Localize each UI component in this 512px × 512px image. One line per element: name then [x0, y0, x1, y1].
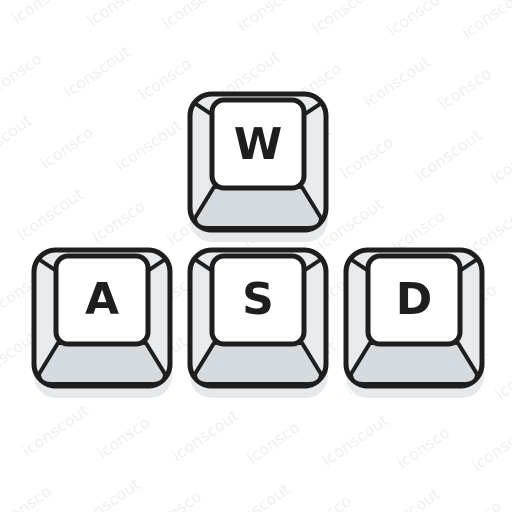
key-w[interactable]: W	[187, 91, 329, 242]
key-bottom-bevel	[193, 185, 323, 230]
key-bottom-bevel	[37, 341, 167, 386]
key-label-w: W	[234, 119, 283, 170]
key-a[interactable]: A	[31, 247, 173, 398]
key-s[interactable]: S	[187, 247, 329, 398]
key-bottom-bevel	[349, 341, 479, 386]
key-bottom-bevel	[193, 341, 323, 386]
wasd-keys-illustration: iconscout iconscout W A S	[0, 0, 512, 512]
key-label-a: A	[85, 274, 119, 325]
key-label-s: S	[242, 274, 274, 325]
key-d[interactable]: D	[343, 247, 485, 398]
key-label-d: D	[396, 274, 433, 325]
